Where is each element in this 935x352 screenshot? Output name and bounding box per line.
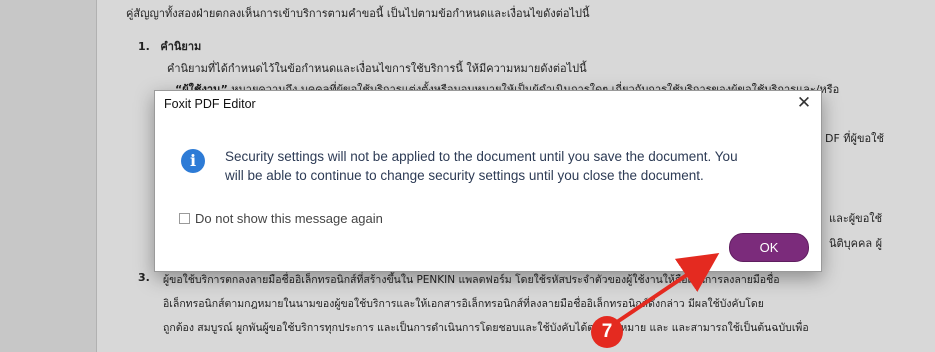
close-icon[interactable]: ✕ (793, 93, 815, 113)
doc-fragment-right-3: นิติบุคคล ผู้ (829, 237, 883, 250)
dialog-message-line-1: Security settings will not be applied to… (225, 149, 738, 164)
section-3-line-3: ถูกต้อง สมบูรณ์ ผูกพันผู้ขอใช้บริการทุกป… (163, 322, 809, 334)
section-3-number: 3. (138, 271, 150, 284)
dialog-title: Foxit PDF Editor (164, 97, 256, 111)
section-1-heading: 1. คำนิยาม (138, 37, 201, 55)
section-3-line-2: อิเล็กทรอนิกส์ตามกฎหมายในนามของผู้ขอใช้บ… (163, 298, 764, 310)
section-1-number: 1. (138, 40, 150, 53)
do-not-show-again-label: Do not show this message again (195, 211, 383, 226)
dialog-message: Security settings will not be applied to… (225, 147, 785, 185)
security-settings-dialog: Foxit PDF Editor ✕ i Security settings w… (154, 90, 822, 272)
info-icon: i (181, 149, 205, 173)
doc-fragment-right-2: และผู้ขอใช้ (829, 212, 883, 225)
section-1-title: คำนิยาม (160, 40, 202, 53)
doc-fragment-right-1: DF ที่ผู้ขอใช้ (825, 132, 884, 145)
step-number-badge: 7 (591, 316, 623, 348)
ok-button[interactable]: OK (729, 233, 809, 262)
dialog-message-line-2: will be able to continue to change secur… (225, 168, 704, 183)
doc-line-intro: คู่สัญญาทั้งสองฝ่ายตกลงเห็นการเข้าบริการ… (126, 7, 590, 20)
section-3-line-1: ผู้ขอใช้บริการตกลงลายมือชื่ออิเล็กทรอนิก… (163, 274, 780, 286)
section-1-intro: คำนิยามที่ได้กำหนดไว้ในข้อกำหนดและเงื่อน… (167, 62, 587, 75)
do-not-show-again-option[interactable]: Do not show this message again (179, 211, 383, 226)
do-not-show-again-checkbox[interactable] (179, 213, 190, 224)
